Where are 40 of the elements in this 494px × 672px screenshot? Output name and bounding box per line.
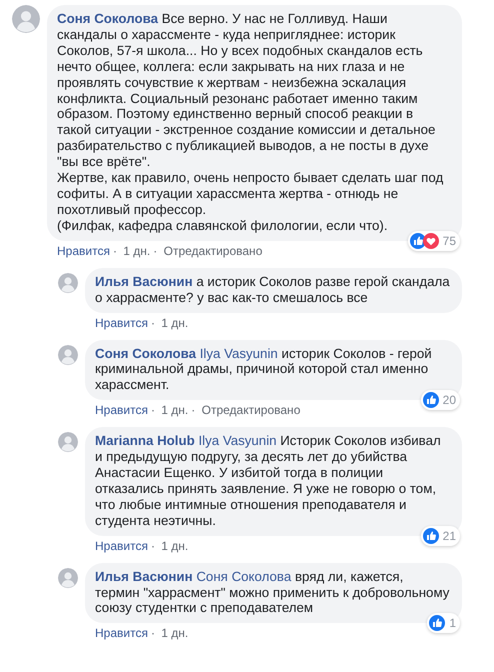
author-link[interactable]: Соня Соколова [57, 11, 158, 26]
timestamp-link[interactable]: 1 дн. [161, 316, 188, 330]
like-link[interactable]: Нравится [57, 244, 110, 258]
mention-link[interactable]: Ilya Vasyunin [200, 346, 278, 360]
avatar[interactable] [58, 568, 78, 588]
timestamp-link[interactable]: 1 дн. [161, 403, 188, 418]
comment-text: Жертве, как правило, очень непросто бывает сделать шаг под софиты. А в ситуации харассмента жертва - отнюдь не похотливый профессор. [57, 170, 444, 218]
reaction-count: 1 [449, 616, 456, 630]
separator-dot: · [150, 626, 155, 640]
separator-dot: · [191, 403, 196, 418]
reaction-count: 20 [442, 393, 456, 408]
like-link[interactable]: Нравится [95, 538, 148, 553]
comment-text: Илья Васюнин а историк Соколов разве герой скандала о харрасменте? у вас как-то смешалось все [95, 274, 450, 306]
edited-label: Отредактировано [202, 403, 300, 418]
author-link[interactable]: Илья Васюнин [95, 274, 193, 289]
comment-text: Соня Соколова Все верно. У нас не Голливуд. Наши скандалы о харассменте - куда непригляднее: историк Соколов, 57-я школа... Но у всех подобных скандалов есть нечто общее, коллега: если закрывать на них глаза и не проявлять сочувствие к жертвам - неизбежна эскалация конфликта. Социальный резонанс работает именно таким образом. Поэтому единственно верный способ реакции в такой ситуации - экстренное создание комиссии и детальное разбирательство с публикацией выводов, а не посты в духе "вы все врёте". [57, 11, 436, 170]
edited-label: Отредактировано [164, 244, 262, 258]
like-link[interactable]: Нравится [95, 316, 148, 330]
separator-dot: · [112, 244, 117, 258]
avatar[interactable] [58, 344, 78, 364]
like-link[interactable]: Нравится [95, 403, 148, 418]
author-link[interactable]: Соня Соколова [95, 346, 196, 360]
author-link[interactable]: Илья Васюнин [95, 568, 193, 584]
reaction-count: 21 [442, 528, 456, 543]
avatar[interactable] [58, 272, 78, 293]
timestamp-link[interactable]: 1 дн. [123, 244, 150, 258]
separator-dot: · [153, 244, 158, 258]
avatar[interactable] [12, 5, 40, 33]
comment-text: (Филфак, кафедра славянской филологии, если что). [57, 218, 389, 234]
author-link[interactable]: Marianna Holub [95, 433, 195, 448]
reaction-count: 75 [442, 234, 456, 248]
separator-dot: · [150, 316, 155, 330]
mention-link[interactable]: Ilya Vasyunin [198, 433, 277, 448]
mention-link[interactable]: Соня Соколова [196, 568, 292, 584]
separator-dot: · [150, 538, 155, 553]
timestamp-link[interactable]: 1 дн. [161, 626, 188, 640]
separator-dot: · [150, 403, 155, 418]
like-link[interactable]: Нравится [95, 626, 148, 640]
timestamp-link[interactable]: 1 дн. [161, 538, 188, 553]
avatar[interactable] [58, 432, 78, 452]
